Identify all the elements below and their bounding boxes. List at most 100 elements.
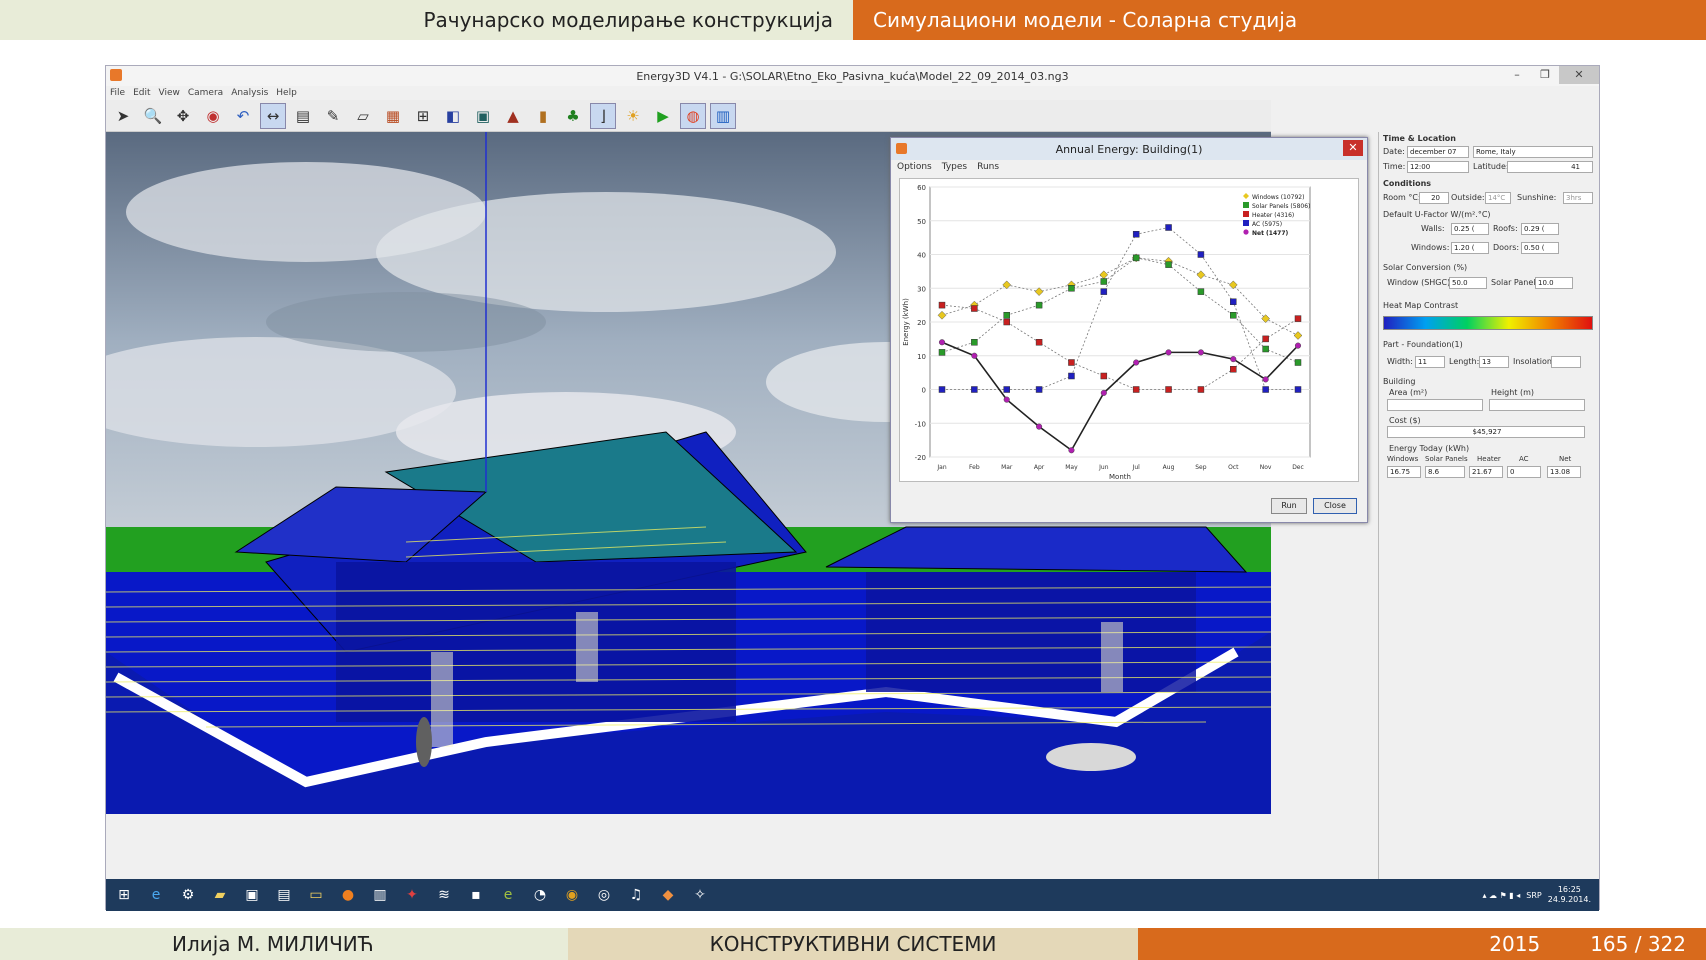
network-icon[interactable]: ⚙ [176,884,200,906]
x-tick-label: Apr [1034,464,1045,471]
solar-panel-label: Solar Panel: [1491,278,1539,287]
data-point [1035,301,1043,309]
data-point [1197,251,1205,258]
app-icon [110,69,122,81]
shgc-select[interactable]: 50.0 [1449,277,1487,289]
time-field[interactable]: 12:00 [1407,161,1469,173]
wall-icon[interactable]: ▦ [380,103,406,129]
app-icon-2[interactable]: ≋ [432,884,456,906]
x-tick-label: Jun [1098,464,1109,471]
dialog-title: Annual Energy: Building(1) [1055,142,1203,156]
explorer-icon[interactable]: ▭ [304,884,328,906]
menu-edit[interactable]: Edit [133,88,150,98]
dialog-titlebar[interactable]: Annual Energy: Building(1) ✕ [891,138,1367,160]
select-icon[interactable]: ➤ [110,103,136,129]
data-point [1230,366,1237,373]
walls-select[interactable]: 0.25 ( [1451,223,1489,235]
chrome-icon[interactable]: ◉ [560,884,584,906]
foundation-icon[interactable]: ▱ [350,103,376,129]
run-button[interactable]: Run [1271,498,1307,514]
conditions-heading: Conditions [1383,179,1432,188]
grid-icon[interactable]: ▤ [290,103,316,129]
rotate-icon[interactable]: ◉ [200,103,226,129]
data-point [1133,359,1140,366]
data-point [1132,254,1140,262]
roofs-select[interactable]: 0.29 ( [1521,223,1559,235]
shadow-icon[interactable]: ⌋ [590,102,616,129]
menu-view[interactable]: View [159,88,180,98]
energy-today-heading: Energy Today (kWh) [1389,444,1470,453]
heatmap-icon[interactable]: ◍ [680,102,706,129]
minimize-button[interactable]: – [1503,66,1531,84]
dialog-menu-types[interactable]: Types [942,162,967,172]
start-icon[interactable]: ⊞ [112,884,136,906]
insolation-label: Insolation: [1513,357,1555,366]
menu-analysis[interactable]: Analysis [231,88,268,98]
windows-select[interactable]: 1.20 ( [1451,242,1489,254]
doors-select[interactable]: 0.50 ( [1521,242,1559,254]
settings-icon[interactable]: ✧ [688,884,712,906]
save-icon[interactable]: ▣ [240,884,264,906]
window-titlebar[interactable]: Energy3D V4.1 - G:\SOLAR\Etno_Eko_Pasivn… [106,66,1599,86]
sun-icon[interactable]: ☀ [620,103,646,129]
globe-icon[interactable]: ◎ [592,884,616,906]
dialog-menu-options[interactable]: Options [897,162,932,172]
y-tick-label: 60 [917,184,926,192]
run-icon[interactable]: ▶ [650,103,676,129]
undo-icon[interactable]: ↶ [230,103,256,129]
outside-label: Outside: [1451,193,1485,202]
x-tick-label: Jan [936,464,946,471]
part-heading: Part - Foundation(1) [1383,340,1463,349]
ufactor-heading: Default U-Factor W/(m².°C) [1383,210,1491,219]
energy-icon[interactable]: ▥ [710,102,736,129]
door-icon[interactable]: ▮ [530,103,556,129]
search-app-icon[interactable]: ◔ [528,884,552,906]
tray-icons[interactable]: ▴ ☁ ⚑ ▮ ◂ [1482,891,1520,900]
height-field [1489,399,1585,411]
solar-panel-icon[interactable]: ◧ [440,103,466,129]
folder-icon[interactable]: ▰ [208,884,232,906]
media-icon[interactable]: ● [336,884,360,906]
menu-file[interactable]: File [110,88,125,98]
close-button[interactable]: ✕ [1559,66,1599,84]
data-point [938,349,946,356]
notepad-icon[interactable]: ▥ [368,884,392,906]
data-point [1003,312,1010,319]
note-icon[interactable]: ✎ [320,103,346,129]
dialog-close-icon[interactable]: ✕ [1343,140,1363,156]
zoom-icon[interactable]: 🔍 [140,103,166,129]
legend-entry: AC (5975) [1252,221,1282,228]
legend-entry: Solar Panels (5806) [1252,203,1310,210]
roof-icon[interactable]: ▲ [500,103,526,129]
toolbar: ➤ 🔍 ✥ ◉ ↶ ↔ ▤ ✎ ▱ ▦ ⊞ ◧ ▣ ▲ ▮ ♣ ⌋ ☀ ▶ ◍ … [106,100,1271,132]
energy3d-icon[interactable]: ◆ [656,884,680,906]
window-icon[interactable]: ⊞ [410,103,436,129]
ie-icon[interactable]: e [144,884,168,906]
cmd-icon[interactable]: ▪ [464,884,488,906]
dialog-menu-runs[interactable]: Runs [977,162,999,172]
location-select[interactable]: Rome, Italy [1473,146,1593,158]
latitude-field[interactable]: 41 [1507,161,1593,173]
language-indicator[interactable]: SRP [1526,891,1541,900]
dialog-close-button[interactable]: Close [1313,498,1357,514]
move-icon[interactable]: ✥ [170,103,196,129]
length-field[interactable]: 13 [1479,356,1509,368]
date-field[interactable]: december 07 [1407,146,1469,158]
music-icon[interactable]: ♫ [624,884,648,906]
tool-icon[interactable]: ✦ [400,884,424,906]
clock[interactable]: 16:25 24.9.2014. [1548,885,1591,905]
heatmap-contrast-slider[interactable] [1383,316,1593,330]
room-field[interactable]: 20 [1419,192,1449,204]
width-field[interactable]: 11 [1415,356,1445,368]
doc-icon[interactable]: ▤ [272,884,296,906]
menu-help[interactable]: Help [276,88,297,98]
data-point [971,352,978,359]
screen-icon[interactable]: ▣ [470,103,496,129]
tree-icon[interactable]: ♣ [560,103,586,129]
eclipse-icon[interactable]: e [496,884,520,906]
solar-panel-select[interactable]: 10.0 [1535,277,1573,289]
measure-icon[interactable]: ↔ [260,102,286,129]
menu-camera[interactable]: Camera [188,88,223,98]
restore-button[interactable]: ❐ [1531,66,1559,84]
data-point [1262,386,1269,393]
